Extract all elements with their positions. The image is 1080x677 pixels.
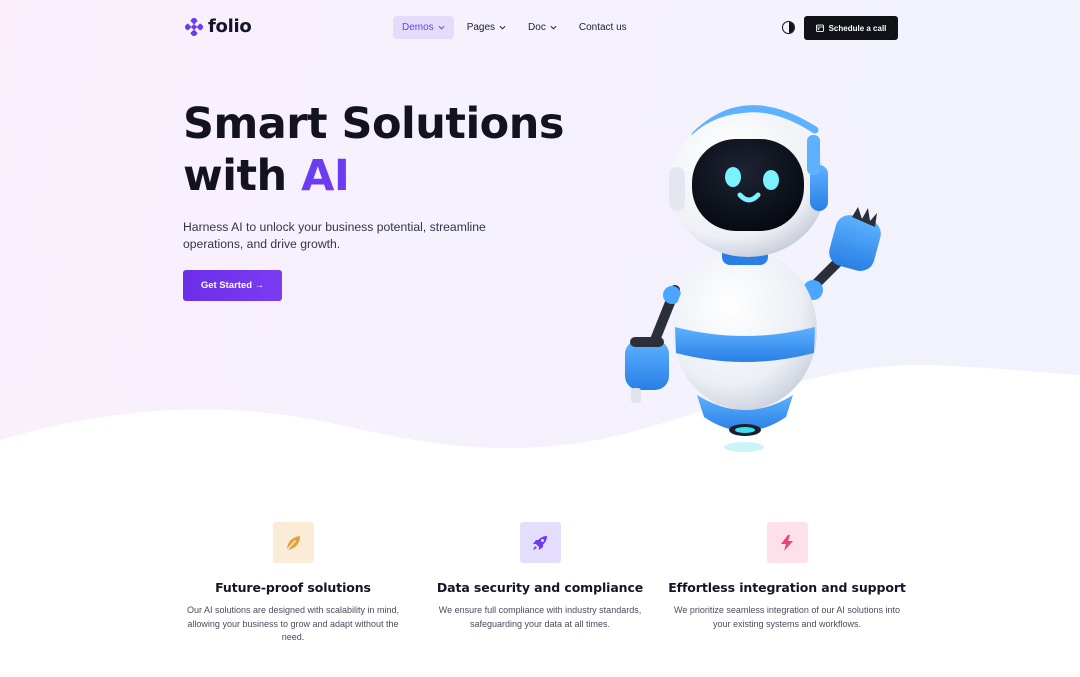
- nav-item-doc[interactable]: Doc: [519, 16, 566, 39]
- features-section: Future-proof solutions Our AI solutions …: [170, 522, 910, 645]
- feature-title: Future-proof solutions: [215, 580, 371, 595]
- get-started-label: Get Started →: [200, 280, 265, 291]
- chevron-down-icon: [550, 25, 557, 30]
- nav-item-label: Doc: [528, 22, 546, 33]
- theme-toggle-icon[interactable]: [782, 21, 795, 34]
- nav-item-pages[interactable]: Pages: [458, 16, 515, 39]
- nav-item-label: Contact us: [578, 22, 627, 33]
- chevron-down-icon: [438, 25, 445, 30]
- nav-item-label: Pages: [466, 22, 496, 33]
- hero-subtitle: Harness AI to unlock your business poten…: [183, 220, 486, 251]
- feature-card-data-security: Data security and compliance We ensure f…: [417, 522, 663, 645]
- hero-title: Smart Solutions with AI: [183, 98, 564, 202]
- schedule-call-label: Schedule a call: [828, 23, 887, 33]
- logo-icon: [185, 17, 203, 36]
- hero-title-prefix: with: [183, 151, 302, 201]
- hero-wave-divider: [0, 364, 1080, 480]
- site-header: folio Demos Pages Doc Contact us Schedul…: [0, 0, 1080, 56]
- feature-card-future-proof: Future-proof solutions Our AI solutions …: [170, 522, 416, 645]
- brand-name: folio: [208, 16, 252, 37]
- lightning-icon: [766, 522, 808, 563]
- feature-description: Our AI solutions are designed with scala…: [186, 605, 400, 642]
- feature-description: We prioritize seamless integration of ou…: [674, 605, 900, 629]
- leaf-icon: [272, 522, 314, 563]
- schedule-call-button[interactable]: Schedule a call: [804, 16, 898, 40]
- hero-title-line1: Smart Solutions: [183, 99, 564, 149]
- feature-description: We ensure full compliance with industry …: [438, 605, 642, 629]
- hero-title-accent: AI: [301, 151, 350, 201]
- calendar-icon: [815, 24, 824, 32]
- feature-title: Effortless integration and support: [668, 580, 906, 595]
- robot-illustration: [625, 105, 881, 452]
- nav-item-label: Demos: [402, 22, 434, 33]
- nav-item-contact[interactable]: Contact us: [570, 16, 636, 39]
- chevron-down-icon: [499, 25, 506, 30]
- brand-logo[interactable]: folio: [185, 16, 252, 37]
- feature-card-integration: Effortless integration and support We pr…: [664, 522, 910, 645]
- nav-item-demos[interactable]: Demos: [393, 16, 454, 39]
- main-nav: Demos Pages Doc Contact us: [393, 16, 636, 39]
- rocket-icon: [519, 522, 561, 563]
- feature-title: Data security and compliance: [436, 580, 644, 595]
- get-started-button[interactable]: Get Started →: [183, 270, 282, 301]
